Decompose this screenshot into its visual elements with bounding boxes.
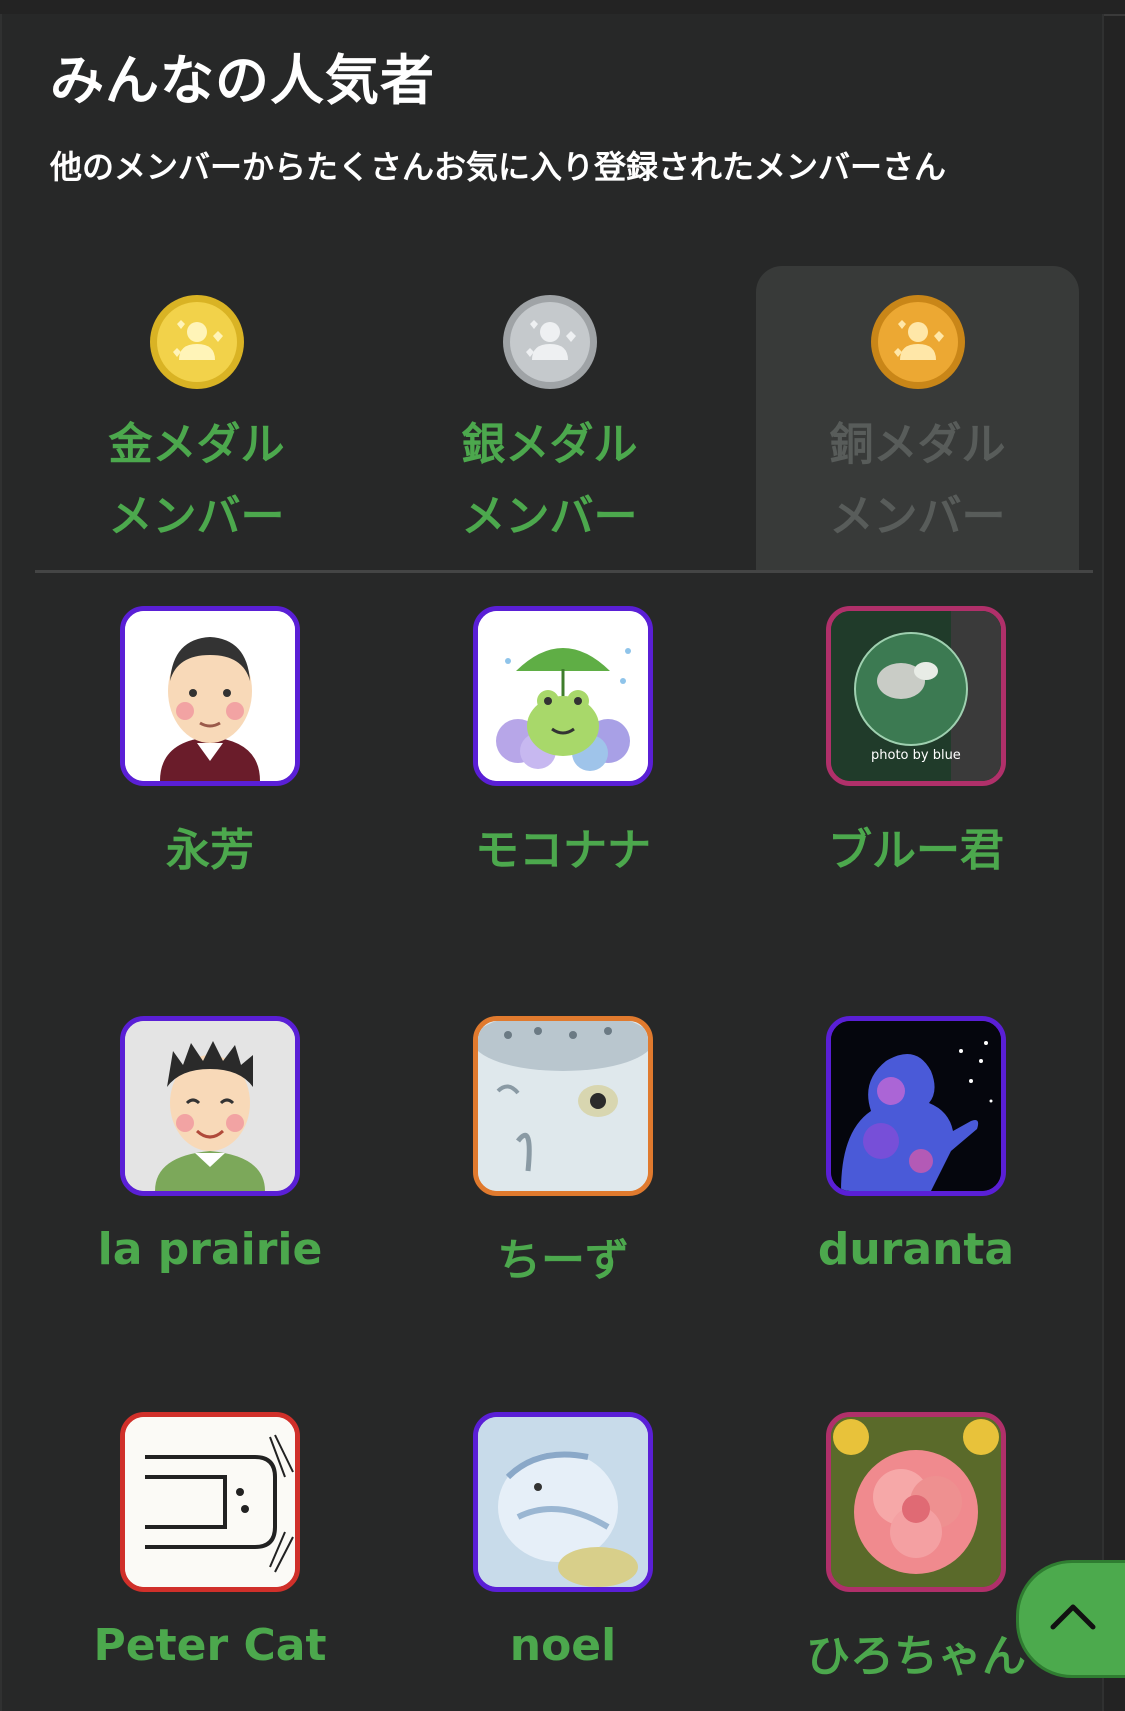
galaxy-silhouette-avatar — [826, 1016, 1006, 1196]
pink-carnation-avatar — [826, 1412, 1006, 1592]
tab-gold-label-1: 金メダル — [108, 419, 285, 470]
frog-umbrella-avatar — [473, 606, 653, 786]
tab-gold-label-2: メンバー — [108, 491, 285, 542]
member-name: Peter Cat — [93, 1620, 327, 1671]
member-card[interactable]: duranta — [766, 1016, 1066, 1275]
man-in-vest-avatar — [120, 606, 300, 786]
member-card[interactable]: モコナナ — [413, 606, 713, 878]
tab-bronze-medal[interactable]: 銅メダル メンバー — [756, 266, 1079, 570]
member-name: duranta — [817, 1224, 1015, 1275]
white-bird-avatar — [473, 1412, 653, 1592]
snowy-owl-avatar — [473, 1016, 653, 1196]
member-name: 永芳 — [166, 825, 254, 876]
member-name: モコナナ — [475, 825, 651, 876]
section-subtitle: 他のメンバーからたくさんお気に入り登録されたメンバーさん — [50, 148, 947, 186]
member-name: ブルー君 — [828, 825, 1004, 876]
member-card[interactable]: ちーず — [413, 1016, 713, 1288]
member-name: noel — [509, 1620, 617, 1671]
section-title: みんなの人気者 — [50, 49, 435, 112]
silver-medal-icon — [502, 294, 598, 390]
tab-gold-medal[interactable]: 金メダル メンバー — [35, 266, 358, 570]
gold-medal-icon — [149, 294, 245, 390]
tab-bronze-label-2: メンバー — [829, 491, 1006, 542]
member-card[interactable]: photo by blue ブルー君 — [766, 606, 1066, 878]
medal-tabs: 金メダル メンバー 銀メダル メンバー 銅メダル メンバー — [35, 266, 1093, 573]
chevron-up-icon — [1050, 1604, 1096, 1630]
member-card[interactable]: noel — [413, 1412, 713, 1671]
scroll-to-top-button[interactable] — [1016, 1560, 1125, 1678]
tab-silver-medal[interactable]: 銀メダル メンバー — [388, 266, 711, 570]
photo-caption: photo by blue — [871, 748, 961, 763]
crystal-ball-photo-avatar: photo by blue — [826, 606, 1006, 786]
member-card[interactable]: la prairie — [60, 1016, 360, 1275]
member-card[interactable]: Peter Cat — [60, 1412, 360, 1671]
tab-silver-label-2: メンバー — [461, 491, 638, 542]
bronze-medal-icon — [870, 294, 966, 390]
tab-silver-label-1: 銀メダル — [461, 419, 638, 470]
cat-drawing-avatar — [120, 1412, 300, 1592]
smiling-man-avatar — [120, 1016, 300, 1196]
member-name: la prairie — [97, 1224, 323, 1275]
member-card[interactable]: 永芳 — [60, 606, 360, 878]
member-name: ちーず — [497, 1235, 629, 1286]
tab-bronze-label-1: 銅メダル — [829, 419, 1006, 470]
popular-members-section: みんなの人気者 他のメンバーからたくさんお気に入り登録されたメンバーさん 金メダ… — [0, 14, 1104, 1711]
